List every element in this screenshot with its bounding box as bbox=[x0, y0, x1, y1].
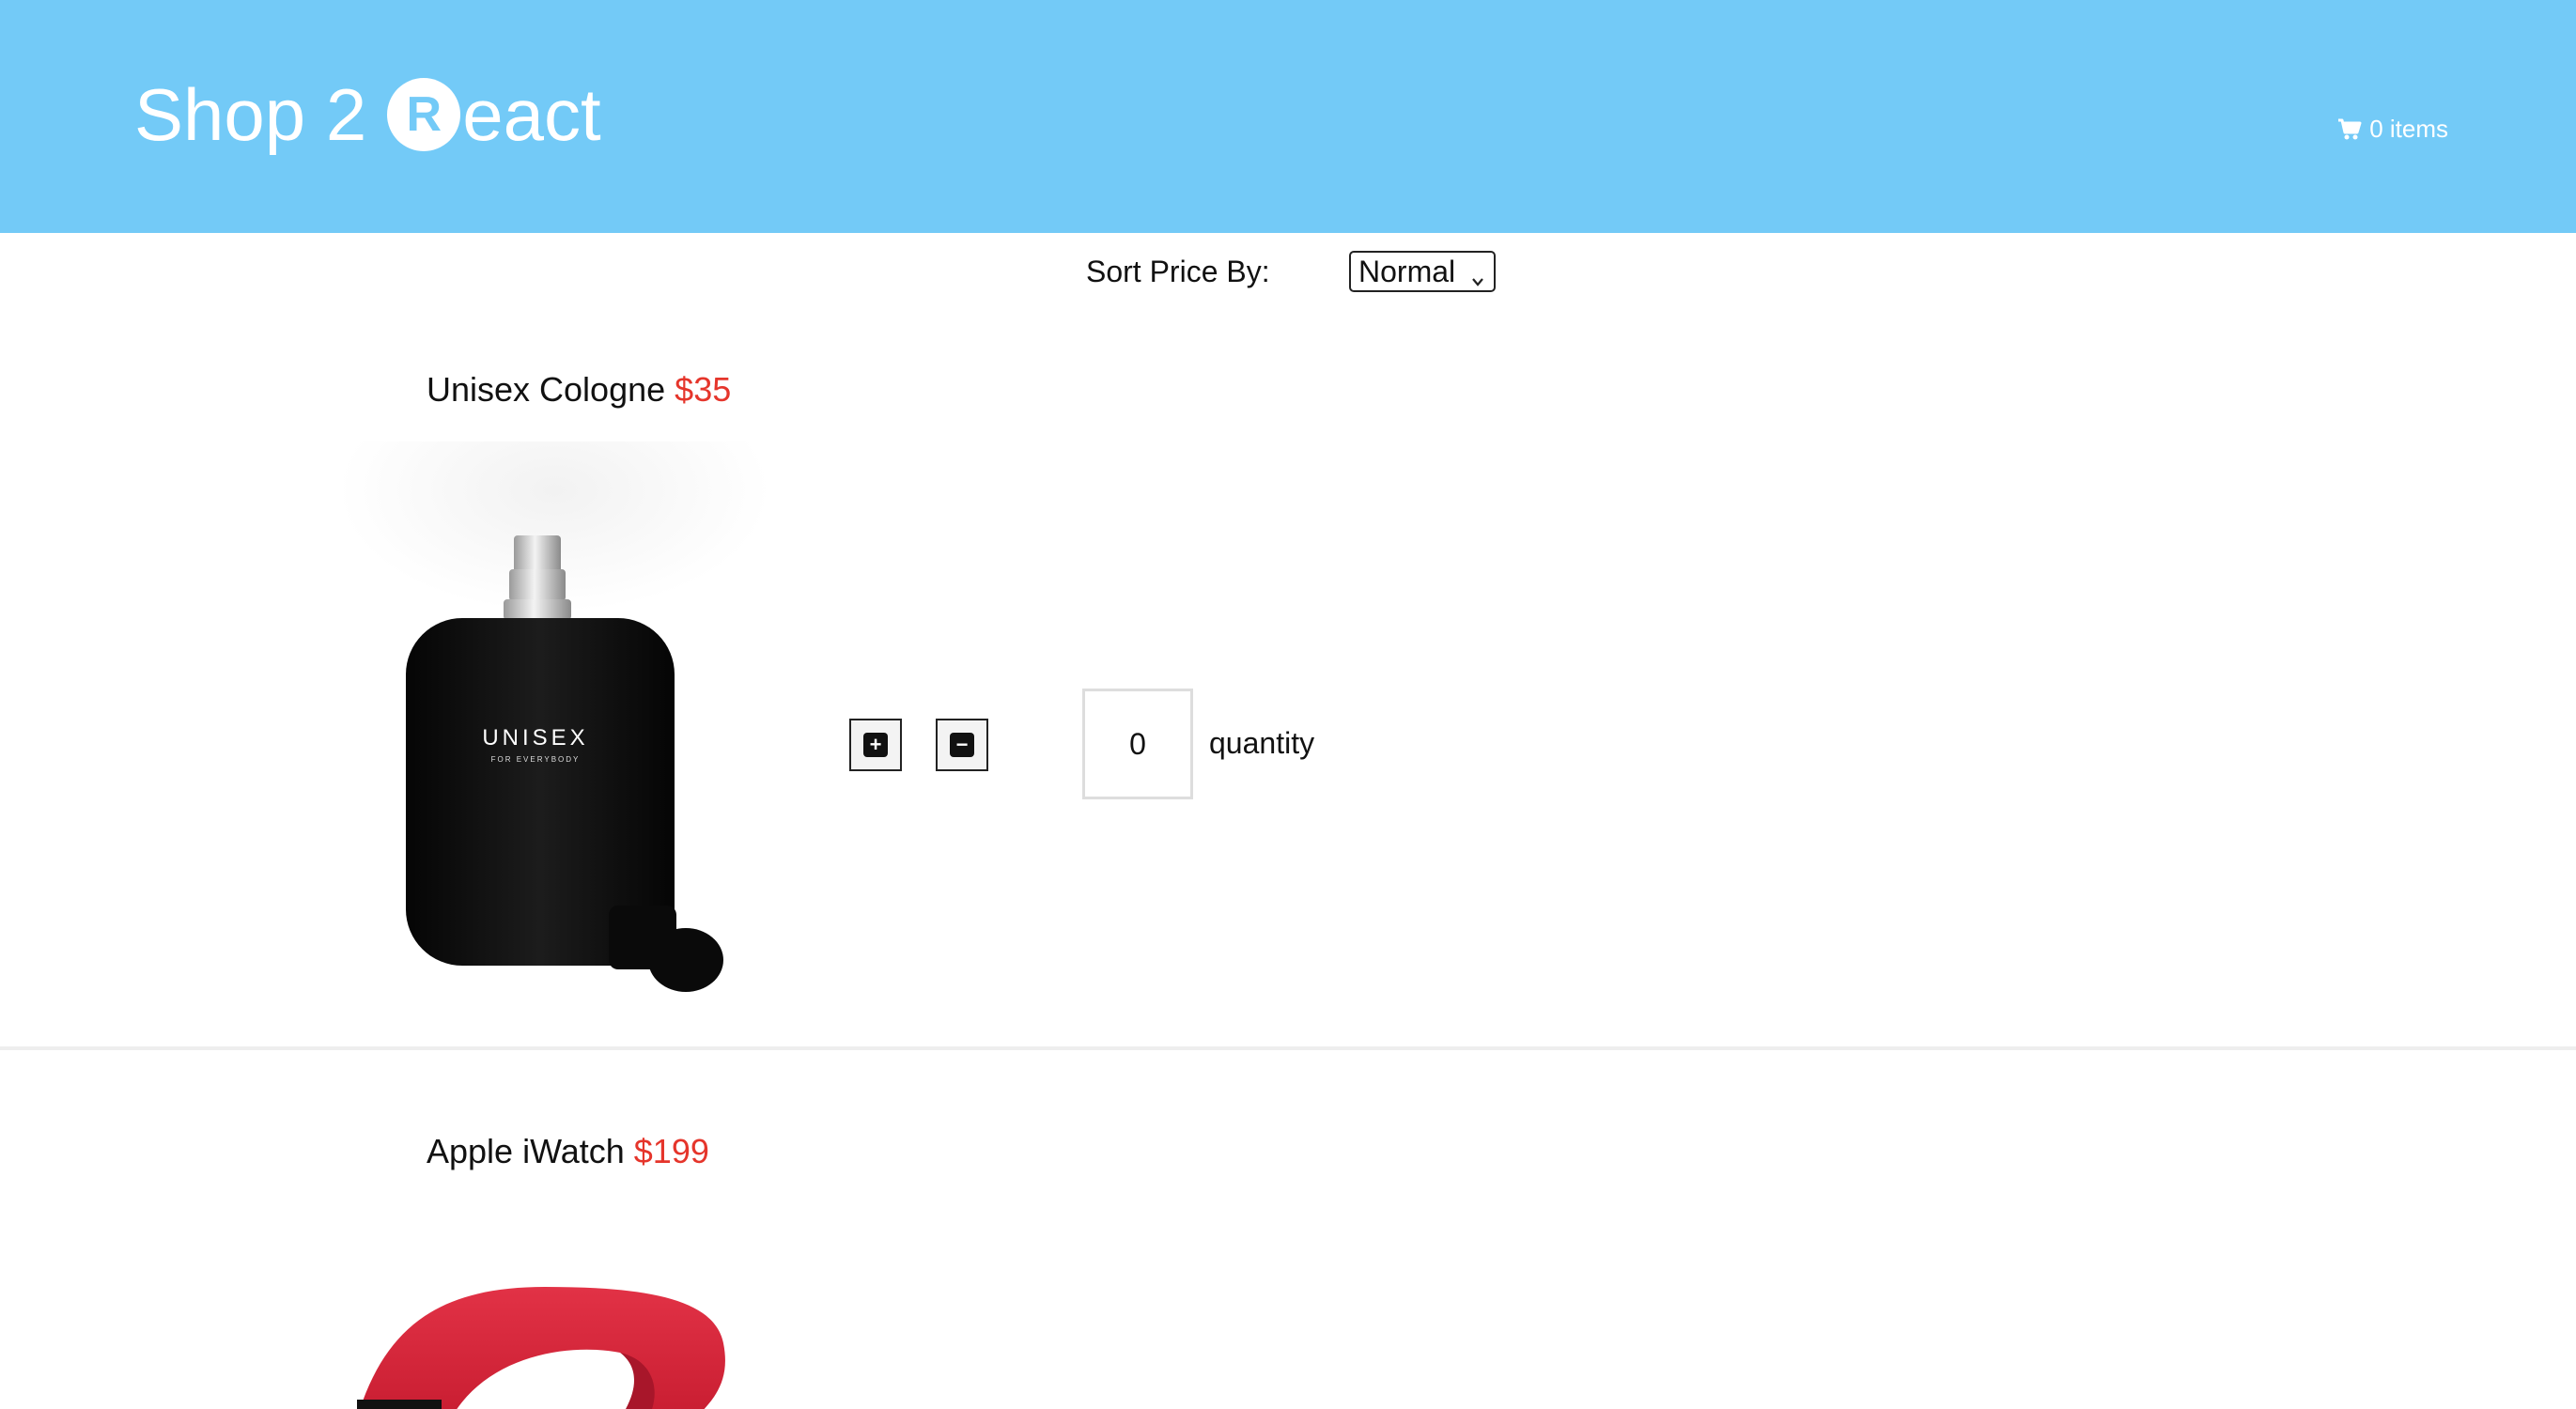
cart-icon bbox=[2337, 118, 2362, 141]
header-bar: Shop 2 R eact 0 items bbox=[0, 0, 2576, 233]
bottle-sublabel: FOR EVERYBODY bbox=[490, 755, 581, 764]
sort-bar: Sort Price By: Normal bbox=[1086, 250, 1496, 293]
product-image-iwatch bbox=[338, 1259, 770, 1409]
product-title: Apple iWatch $199 bbox=[427, 1132, 709, 1171]
logo-react-circle-icon: R bbox=[387, 78, 461, 151]
product-name: Unisex Cologne bbox=[427, 370, 666, 409]
decrement-button[interactable]: − bbox=[936, 719, 988, 771]
plus-square-icon: + bbox=[863, 733, 888, 757]
sort-selected-value: Normal bbox=[1358, 255, 1456, 288]
product-price: $35 bbox=[675, 370, 732, 409]
quantity-label: quantity bbox=[1209, 726, 1315, 760]
logo-suffix: eact bbox=[462, 72, 601, 156]
minus-square-icon: − bbox=[950, 733, 974, 757]
sort-label: Sort Price By: bbox=[1086, 254, 1270, 288]
product-title: Unisex Cologne $35 bbox=[427, 370, 731, 410]
chevron-down-icon bbox=[1469, 261, 1486, 299]
product-name: Apple iWatch bbox=[427, 1132, 625, 1170]
quantity-field[interactable]: 0 bbox=[1082, 689, 1193, 799]
increment-button[interactable]: + bbox=[849, 719, 902, 771]
sort-price-select[interactable]: Normal bbox=[1349, 251, 1496, 292]
logo-prefix: Shop 2 bbox=[134, 72, 367, 156]
cart-count-label: 0 items bbox=[2369, 115, 2448, 143]
shop-logo[interactable]: Shop 2 R eact bbox=[134, 68, 601, 162]
product-image-cologne: UNISEX FOR EVERYBODY bbox=[338, 441, 770, 1005]
cart-summary[interactable]: 0 items bbox=[2337, 115, 2448, 144]
bottle-label: UNISEX bbox=[482, 725, 589, 751]
product-price: $199 bbox=[633, 1132, 709, 1170]
product-divider bbox=[0, 1046, 2576, 1050]
